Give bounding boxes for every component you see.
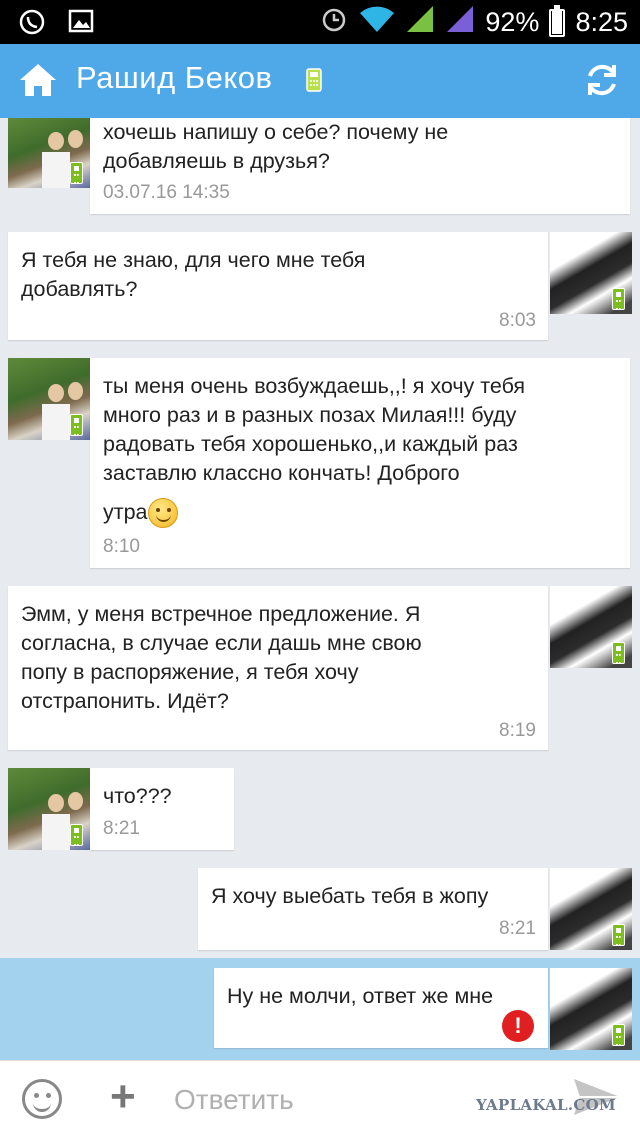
message-text-line: отстрапонить. Идёт? xyxy=(21,689,229,713)
error-icon[interactable]: ! xyxy=(502,1010,534,1042)
message-text-line: добавляешь в друзья? xyxy=(103,149,330,173)
message-text-line: утра xyxy=(103,500,148,524)
message-time: 03.07.16 14:35 xyxy=(103,182,230,203)
contact-name: Рашид Беков xyxy=(76,60,273,95)
smile-emoji-icon xyxy=(147,498,178,529)
message-text-line: заставлю классно кончать! Доброго xyxy=(103,461,460,485)
emoji-icon[interactable] xyxy=(22,1079,62,1119)
avatar[interactable] xyxy=(550,232,632,314)
message-time: 8:19 xyxy=(499,720,536,741)
alarm-icon xyxy=(319,4,349,41)
mobile-badge-icon xyxy=(612,642,625,664)
message-text-line: хочешь напишу о себе? почему не xyxy=(103,120,449,144)
message-bubble[interactable]: Я тебя не знаю, для чего мне тебя добавл… xyxy=(8,232,548,340)
avatar[interactable] xyxy=(8,118,90,188)
mobile-status-icon xyxy=(306,68,322,97)
reply-input[interactable] xyxy=(174,1079,504,1121)
clock: 8:25 xyxy=(575,7,628,37)
plus-icon[interactable]: + xyxy=(110,1075,136,1119)
message-bubble[interactable]: что??? 8:21 xyxy=(90,768,234,850)
message-text-line: Ну не молчи, ответ же мне xyxy=(227,984,494,1008)
message-bubble[interactable]: Эмм, у меня встречное предложение. Я сог… xyxy=(8,586,548,750)
mobile-badge-icon xyxy=(70,824,83,846)
message-bubble[interactable]: Я хочу выебать тебя в жопу 8:21 xyxy=(198,868,548,950)
message-text-line: что??? xyxy=(103,784,172,808)
message-text-line: согласна, в случае если дашь мне свою xyxy=(21,631,422,655)
home-icon[interactable] xyxy=(18,60,58,100)
message-time: 8:10 xyxy=(103,536,140,557)
message-bubble[interactable]: хочешь напишу о себе? почему не добавляе… xyxy=(90,118,630,214)
message-text-line: попу в распоряжение, я тебя хочу xyxy=(21,660,359,684)
avatar[interactable] xyxy=(550,586,632,668)
battery-icon xyxy=(549,4,566,37)
refresh-icon[interactable] xyxy=(582,60,622,100)
signal-icon-2 xyxy=(445,4,475,41)
avatar[interactable] xyxy=(550,968,632,1050)
watermark: YAPLAKAL.COM xyxy=(476,1096,616,1114)
message-text-line: радовать тебя хорошенько,,и каждый раз xyxy=(103,432,518,456)
message-bubble[interactable]: Ну не молчи, ответ же мне ! xyxy=(214,968,548,1048)
message-time: 8:21 xyxy=(499,918,536,939)
mobile-badge-icon xyxy=(70,414,83,436)
message-text-line: Я хочу выебать тебя в жопу xyxy=(211,884,489,908)
avatar[interactable] xyxy=(8,358,90,440)
viber-icon xyxy=(18,8,46,41)
message-text-line: Эмм, у меня встречное предложение. Я xyxy=(21,602,421,626)
mobile-badge-icon xyxy=(70,162,83,184)
message-time: 8:03 xyxy=(499,310,536,331)
mobile-badge-icon xyxy=(612,924,625,946)
message-text-line: много раз и в разных позах Милая!!! буду xyxy=(103,403,517,427)
gallery-icon xyxy=(68,8,94,41)
avatar[interactable] xyxy=(8,768,90,850)
message-bubble[interactable]: ты меня очень возбуждаешь,,! я хочу тебя… xyxy=(90,358,630,568)
mobile-badge-icon xyxy=(612,1024,625,1046)
app-bar: Рашид Беков xyxy=(0,44,640,118)
wifi-icon xyxy=(359,5,395,40)
avatar[interactable] xyxy=(550,868,632,950)
message-text-line: добавлять? xyxy=(21,277,138,301)
message-time: 8:21 xyxy=(103,818,140,839)
message-text-line: ты меня очень возбуждаешь,,! я хочу тебя xyxy=(103,374,526,398)
battery-percent: 92% xyxy=(485,7,540,37)
status-bar: 92% 8:25 xyxy=(0,0,640,44)
chat-list[interactable]: хочешь напишу о себе? почему не добавляе… xyxy=(0,118,640,1060)
message-text-line: Я тебя не знаю, для чего мне тебя xyxy=(21,248,366,272)
mobile-badge-icon xyxy=(612,288,625,310)
signal-icon xyxy=(405,4,435,41)
